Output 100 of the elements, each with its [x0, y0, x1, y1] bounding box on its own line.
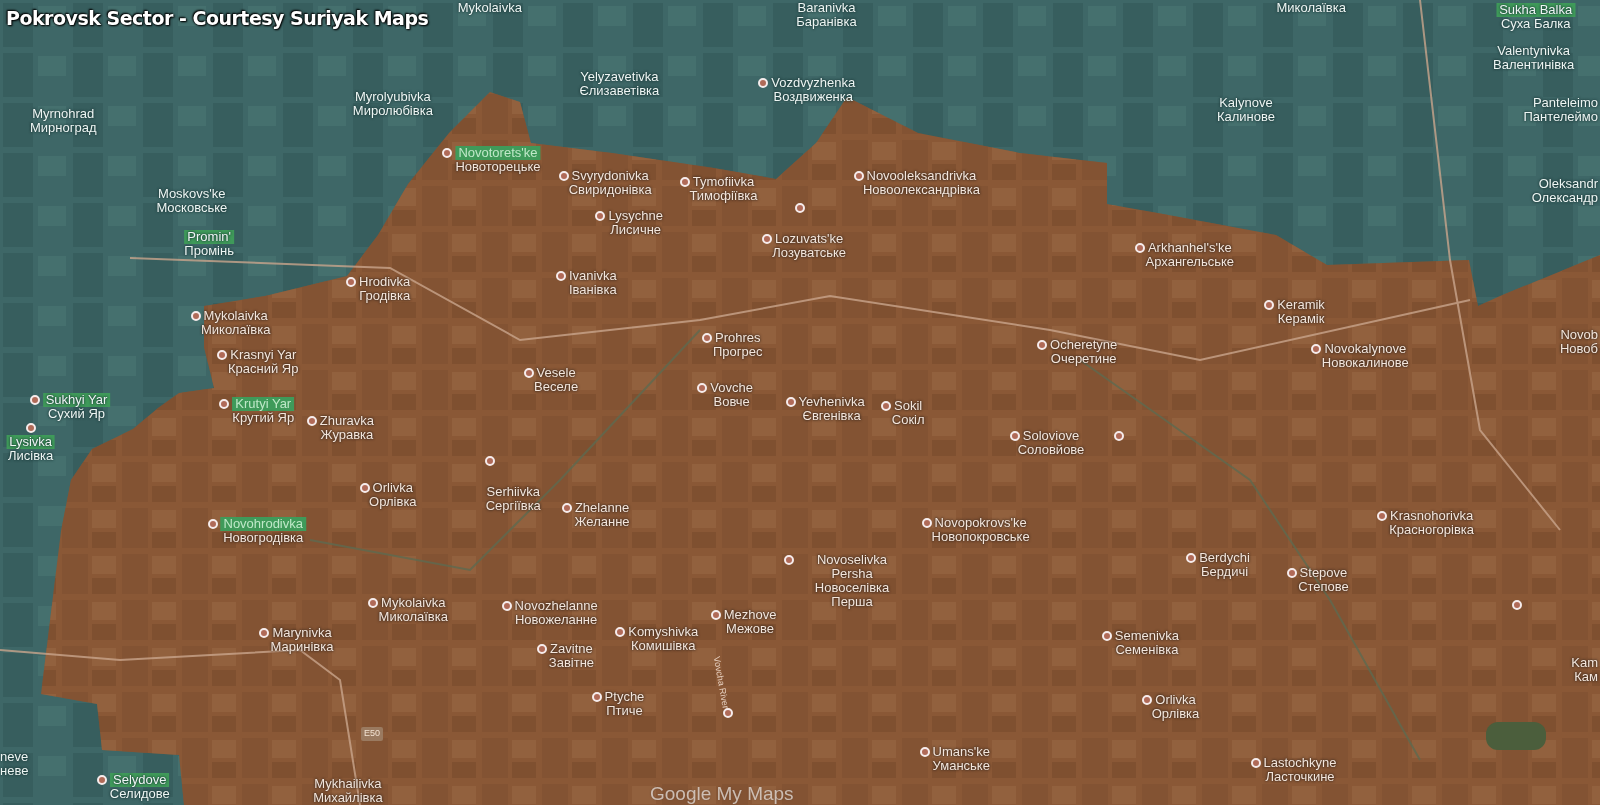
location-pin-icon[interactable]	[25, 422, 36, 433]
location-pin-icon[interactable]	[1311, 343, 1322, 354]
place-name-cyrillic: Веселе	[534, 380, 579, 395]
location-pin-icon[interactable]	[1114, 430, 1125, 441]
place-name: Novozhelanne	[514, 599, 598, 614]
highlighted-place-name: Sukhyi Yar	[42, 393, 111, 407]
place-name-cyrillic: Орлівка	[369, 494, 417, 509]
location-pin-icon[interactable]	[881, 401, 892, 412]
place-name: Myrnohrad	[32, 107, 95, 122]
location-pin-icon[interactable]	[219, 399, 230, 410]
place-name: Vesele	[536, 366, 576, 381]
location-pin-icon[interactable]	[561, 503, 572, 514]
location-pin-icon[interactable]	[207, 519, 218, 530]
location-pin-icon[interactable]	[1286, 568, 1297, 579]
place-name: Lysychne	[608, 209, 663, 224]
place-name: Novopokrovs'ke	[934, 516, 1027, 531]
place-name: Vozdvyzhenka	[771, 75, 856, 90]
location-pin-icon[interactable]	[1250, 758, 1261, 769]
location-pin-icon[interactable]	[853, 170, 864, 181]
place-name-cyrillic: Тимофіївка	[689, 188, 758, 203]
location-pin-icon[interactable]	[1512, 600, 1523, 611]
map-title: Pokrovsk Sector - Courtesy Suriyak Maps	[6, 6, 429, 31]
location-pin-icon[interactable]	[523, 368, 534, 379]
location-pin-icon[interactable]	[29, 395, 40, 405]
location-pin-icon[interactable]	[919, 747, 930, 758]
location-pin-icon[interactable]	[722, 708, 733, 719]
location-pin-icon[interactable]	[97, 774, 108, 785]
place-name-cyrillic: Іванівка	[568, 282, 617, 297]
location-pin-icon[interactable]	[259, 627, 270, 638]
place-name: Komyshivka	[628, 624, 699, 639]
place-name: Zhuravka	[319, 414, 375, 429]
location-pin-icon[interactable]	[306, 416, 317, 427]
place-name: Sokil	[894, 399, 923, 414]
location-pin-icon[interactable]	[921, 518, 932, 529]
location-pin-icon[interactable]	[795, 203, 805, 214]
place-name: Novob	[1560, 327, 1598, 342]
location-pin-icon[interactable]	[556, 270, 566, 281]
location-pin-icon[interactable]	[701, 332, 712, 343]
location-pin-icon[interactable]	[591, 691, 602, 702]
place-name-cyrillic: Крутий Яр	[232, 411, 295, 426]
location-pin-icon[interactable]	[558, 170, 569, 181]
location-pin-icon[interactable]	[359, 482, 370, 493]
place-name-cyrillic: Журавка	[320, 428, 374, 443]
place-name: Prohres	[715, 330, 761, 345]
location-pin-icon[interactable]	[1186, 553, 1197, 564]
location-pin-icon[interactable]	[1037, 339, 1048, 350]
place-name-cyrillic: Сокіл	[891, 413, 925, 428]
location-pin-icon[interactable]	[1377, 511, 1388, 522]
place-name-cyrillic: Лисівка	[7, 448, 54, 463]
location-pin-icon[interactable]	[1134, 242, 1145, 253]
place-name: Myrolyubivka	[354, 89, 431, 104]
location-pin-icon[interactable]	[785, 397, 796, 408]
location-pin-icon[interactable]	[615, 626, 626, 637]
place-name: Soloviove	[1022, 428, 1080, 443]
place-name-cyrillic: Миколаївка	[201, 323, 271, 338]
place-name: Zhelanne	[574, 501, 630, 516]
location-pin-icon[interactable]	[217, 350, 228, 361]
location-pin-icon[interactable]	[190, 311, 201, 322]
highlighted-place-name: Selydove	[110, 772, 170, 787]
place-name-cyrillic: Миролюбівка	[352, 103, 433, 118]
place-name: Krasnyi Yar	[230, 348, 297, 363]
place-name-cyrillic: Бердичі	[1200, 565, 1249, 580]
place-name-cyrillic: Комишівка	[631, 638, 696, 653]
place-name: Baranivka	[797, 1, 856, 16]
place-name: Ivanivka	[569, 268, 617, 283]
place-name: Novooleksandrivka	[866, 168, 977, 183]
place-name-cyrillic: Керамік	[1277, 312, 1325, 327]
place-name: Krasnohorivka	[1390, 509, 1474, 524]
place-name: Marynivka	[272, 625, 332, 640]
place-name-cyrillic: Свиридонівка	[568, 182, 652, 197]
place-name: Orlivka	[1155, 693, 1196, 707]
location-pin-icon[interactable]	[679, 176, 690, 187]
highlighted-place-name: Novotorets'ke	[455, 146, 541, 161]
location-pin-icon[interactable]	[501, 601, 512, 612]
place-name-cyrillic: Суха Балка	[1500, 17, 1571, 32]
location-pin-icon[interactable]	[442, 148, 453, 159]
place-name: Keramik	[1277, 298, 1325, 313]
place-name: Arkhanhel's'ke	[1147, 240, 1232, 255]
location-pin-icon[interactable]	[1009, 430, 1020, 441]
place-name: Semenivka	[1114, 628, 1180, 643]
place-name-cyrillic: Валентинівка	[1493, 58, 1575, 72]
map-provider-logo: Google My Maps	[650, 782, 794, 805]
location-pin-icon[interactable]	[1142, 695, 1153, 705]
location-pin-icon[interactable]	[697, 382, 708, 393]
location-pin-icon[interactable]	[762, 233, 773, 244]
location-pin-icon[interactable]	[1101, 630, 1112, 641]
location-pin-icon[interactable]	[346, 276, 357, 287]
place-name-cyrillic: Михайлівка	[313, 790, 383, 805]
place-name: Oleksandr	[1538, 176, 1598, 191]
location-pin-icon[interactable]	[1264, 300, 1275, 311]
location-pin-icon[interactable]	[537, 643, 548, 654]
location-pin-icon[interactable]	[368, 598, 379, 609]
location-pin-icon[interactable]	[710, 610, 721, 621]
place-name-cyrillic: Пантелеймо	[1523, 110, 1598, 125]
location-pin-icon[interactable]	[784, 555, 795, 566]
location-pin-icon[interactable]	[484, 456, 495, 467]
location-pin-icon[interactable]	[595, 211, 606, 222]
place-name: Ocheretyne	[1050, 337, 1118, 352]
place-name: Panteleimo	[1532, 96, 1598, 111]
location-pin-icon[interactable]	[758, 77, 769, 88]
